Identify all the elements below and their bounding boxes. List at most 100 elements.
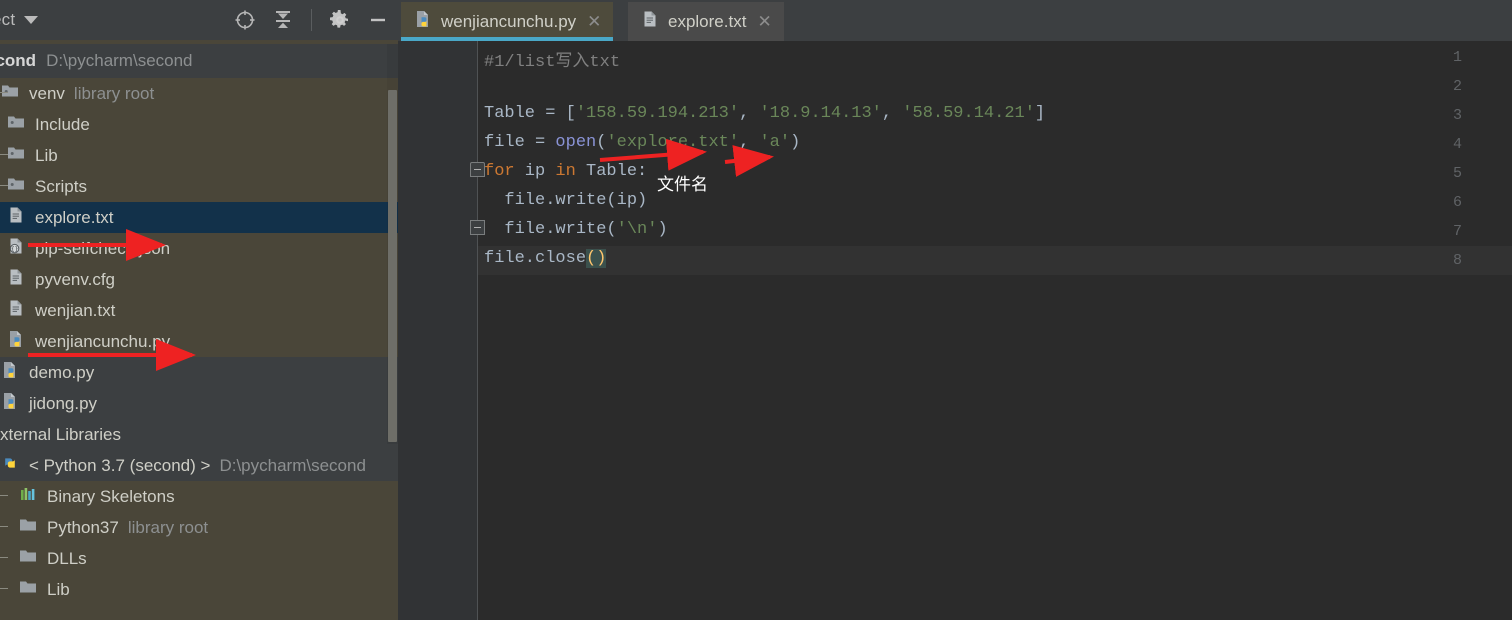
tree-row-label: demo.py [29, 362, 95, 382]
code-line-3: Table = ['158.59.194.213', '18.9.14.13',… [484, 104, 1046, 123]
sidebar-scrollbar-thumb[interactable] [388, 90, 397, 442]
tree-row-label: Scripts [35, 176, 87, 196]
line-number: 4 [1452, 136, 1462, 153]
line-number: 8 [1452, 252, 1462, 269]
tree-expand-handle[interactable] [0, 557, 8, 558]
tree-row-label: DLLs [47, 548, 87, 568]
tree-row-label: wenjiancunchu.py [35, 331, 171, 351]
locate-target-icon[interactable] [233, 8, 257, 32]
python-file-icon [0, 360, 20, 385]
line-number: 3 [1452, 107, 1462, 124]
line-number: 5 [1452, 165, 1462, 182]
json-file-icon: {} [6, 236, 26, 261]
chevron-down-icon[interactable] [24, 16, 39, 24]
tree-expand-handle[interactable] [0, 185, 8, 186]
sidebar-scrollbar-track[interactable] [387, 44, 398, 444]
tree-row[interactable]: Binary Skeletons [0, 481, 398, 512]
tree-row[interactable]: Python37 library root [0, 512, 398, 543]
tree-row[interactable]: < Python 3.7 (second) > D:\pycharm\second [0, 450, 398, 481]
project-root-name: econd [0, 51, 37, 70]
folder-icon [0, 81, 20, 106]
tree-expand-handle[interactable] [0, 588, 8, 589]
tree-row-label: Binary Skeletons [47, 486, 175, 506]
editor-tab-label: wenjiancunchu.py [441, 11, 577, 31]
tree-row-label: wenjian.txt [35, 300, 116, 320]
tree-row-label: xternal Libraries [0, 424, 121, 444]
tree-row[interactable]: demo.py [0, 357, 398, 388]
close-icon[interactable]: ✕ [757, 13, 771, 30]
python-file-icon [6, 329, 26, 354]
project-panel-title[interactable]: ject [0, 10, 15, 30]
tree-row[interactable]: {} pip-selfcheck.json [0, 233, 398, 264]
binary-skeletons-icon [18, 484, 38, 509]
line-number: 2 [1452, 78, 1462, 95]
tree-row[interactable]: DLLs [0, 543, 398, 574]
tree-row-subtext: D:\pycharm\second [219, 455, 366, 475]
tree-row[interactable]: Include [0, 109, 398, 140]
code-line-7: file.write('\n') [484, 220, 668, 239]
tree-row-subtext: library root [73, 83, 155, 103]
line-number: 1 [1452, 49, 1462, 66]
python-file-icon [413, 9, 433, 34]
line-number: 6 [1452, 194, 1462, 211]
comment-token: #1/list写入txt [484, 53, 621, 72]
tree-row[interactable]: explore.txt [0, 202, 398, 233]
text-file-icon [6, 205, 26, 230]
editor-area: wenjiancunchu.py ✕ explore.txt ✕ 1 2 3 4… [398, 0, 1512, 620]
svg-text:{}: {} [11, 246, 18, 253]
tree-row-label: venv [29, 83, 65, 103]
editor-tab-wenjiancunchu[interactable]: wenjiancunchu.py ✕ [401, 2, 614, 41]
plain-folder-icon [18, 515, 38, 540]
matched-brackets: () [586, 249, 607, 268]
tree-row[interactable]: pyvenv.cfg [0, 264, 398, 295]
project-tool-window: ject [0, 0, 398, 620]
minimize-icon[interactable] [366, 8, 390, 32]
tree-row-label: explore.txt [35, 207, 114, 227]
tree-row[interactable]: venv library root [0, 78, 398, 109]
tree-row[interactable]: Lib [0, 574, 398, 605]
tree-row[interactable]: wenjian.txt [0, 295, 398, 326]
code-line-1: #1/list写入txt [484, 46, 620, 72]
tree-row[interactable]: wenjiancunchu.py [0, 326, 398, 357]
tree-row[interactable]: jidong.py [0, 388, 398, 419]
tree-row[interactable]: Lib [0, 140, 398, 171]
editor-tab-bar: wenjiancunchu.py ✕ explore.txt ✕ [398, 0, 1512, 41]
close-icon[interactable]: ✕ [587, 13, 601, 30]
tree-row-label: Include [35, 114, 90, 134]
code-line-6: file.write(ip) [484, 191, 648, 210]
tree-row[interactable]: Scripts [0, 171, 398, 202]
editor-tab-explore[interactable]: explore.txt ✕ [628, 2, 784, 41]
folder-icon [6, 143, 26, 168]
tree-row-label: Lib [47, 579, 70, 599]
code-editor[interactable]: 1 2 3 4 5 6 7 8 #1/list写入txt Table = ['158.59.1… [398, 41, 1512, 620]
text-file-icon [6, 267, 26, 292]
tree-expand-handle[interactable] [0, 92, 8, 93]
project-root-row[interactable]: econd D:\pycharm\second [0, 44, 398, 78]
line-number: 7 [1452, 223, 1462, 240]
code-line-4: file = open('explore.txt', 'a') [484, 133, 801, 152]
tree-row-label: pip-selfcheck.json [35, 238, 171, 258]
tree-expand-handle[interactable] [0, 495, 8, 496]
tree-row-label: < Python 3.7 (second) > [29, 455, 211, 475]
collapse-all-icon[interactable] [271, 8, 295, 32]
editor-gutter[interactable] [398, 41, 478, 620]
tree-expand-handle[interactable] [0, 154, 8, 155]
fold-marker-line7[interactable] [470, 220, 485, 235]
fold-marker-line5[interactable] [470, 162, 485, 177]
text-file-icon [6, 298, 26, 323]
project-panel-header: ject [0, 0, 398, 40]
folder-icon [6, 112, 26, 137]
tree-row[interactable]: xternal Libraries [0, 419, 398, 450]
pycharm-window: ject [0, 0, 1512, 620]
tree-row-label: Lib [35, 145, 58, 165]
gear-icon[interactable] [328, 8, 352, 32]
folder-icon [6, 174, 26, 199]
project-panel-toolbar [233, 0, 390, 40]
editor-tab-label: explore.txt [668, 11, 747, 31]
gutter-divider [477, 41, 478, 620]
python-file-icon [0, 391, 20, 416]
tree-row-subtext: library root [127, 517, 209, 537]
project-root-path: D:\pycharm\second [46, 51, 193, 70]
tree-expand-handle[interactable] [0, 526, 8, 527]
project-file-tree[interactable]: venv library root Include Lib Scripts explore… [0, 78, 398, 620]
